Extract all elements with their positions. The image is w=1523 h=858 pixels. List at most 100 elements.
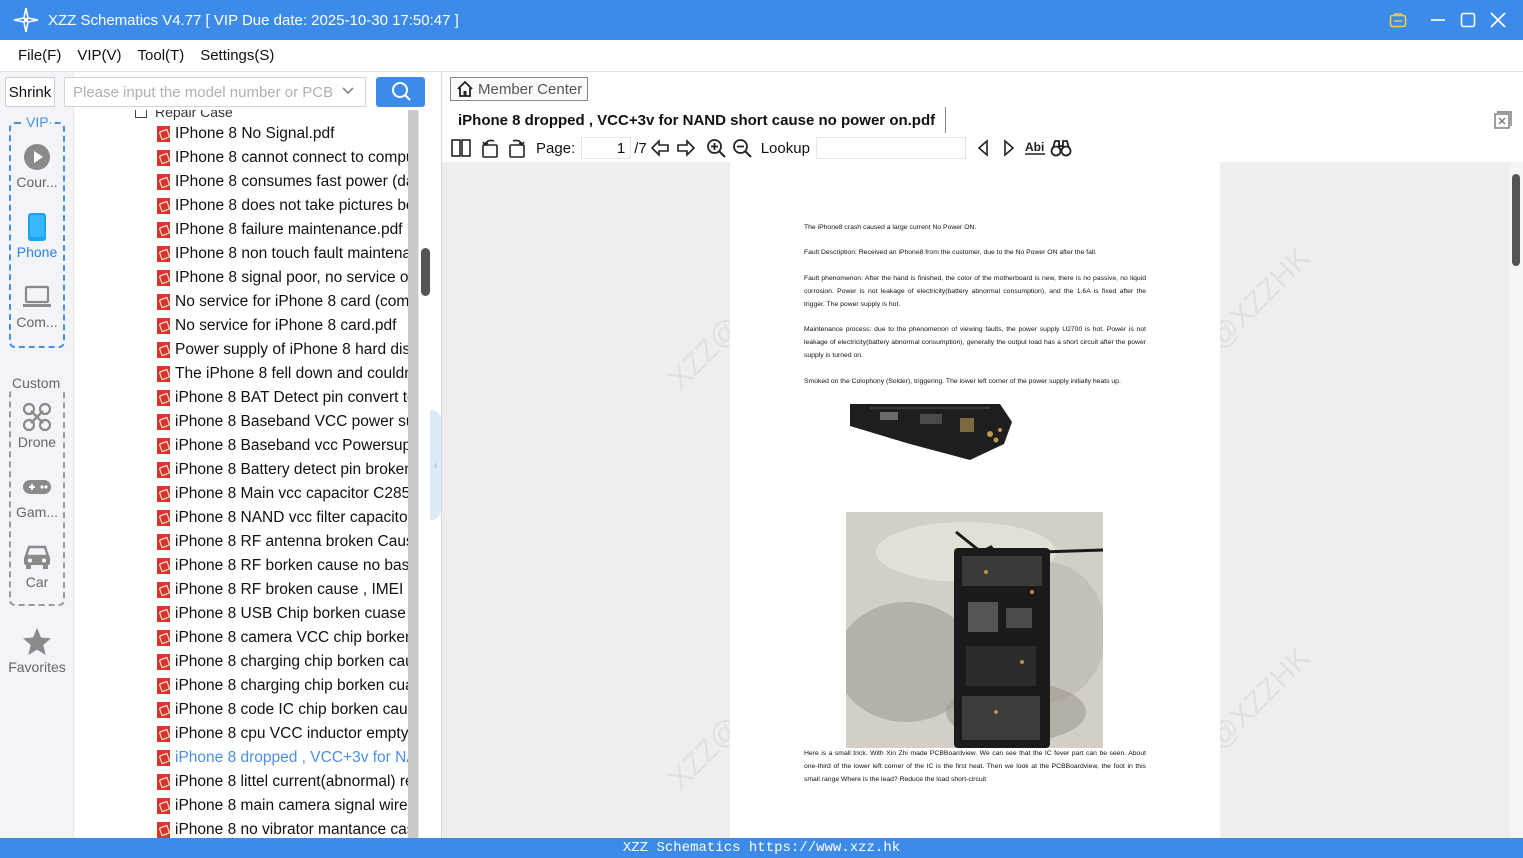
custom-group-label: Custom <box>11 375 62 391</box>
tree-file-item[interactable]: The iPhone 8 fell down and couldn't <box>157 362 408 386</box>
rail-item-phone[interactable]: Phone <box>0 212 74 260</box>
pdf-file-icon <box>157 822 170 838</box>
tree-file-item[interactable]: iPhone 8 Baseband vcc Powersupply <box>157 434 408 458</box>
tree-file-item[interactable]: iPhone 8 cpu VCC inductor empty <box>157 722 408 746</box>
tree-file-label: iPhone 8 charging chip borken cause <box>175 653 408 670</box>
star-icon <box>0 627 74 657</box>
tree-file-item[interactable]: No service for iPhone 8 card (comm <box>157 290 408 314</box>
previous-page-icon[interactable] <box>647 136 673 160</box>
rotate-right-icon[interactable] <box>504 136 530 160</box>
pdf-viewer[interactable]: XZZ@XZZHK XZZ@XZZHK XZZ@XZZHK XZZ@XZZHK … <box>442 162 1510 838</box>
rail-item-label: Cour... <box>16 174 58 190</box>
tree-file-item[interactable]: iPhone 8 RF antenna broken Cause <box>157 530 408 554</box>
member-center-button[interactable]: Member Center <box>450 77 588 101</box>
find-previous-icon[interactable] <box>970 136 996 160</box>
tree-file-item[interactable]: iPhone 8 main camera signal wire <box>157 794 408 818</box>
tree-file-item[interactable]: iPhone 8 camera VCC chip borken <box>157 626 408 650</box>
menu-vip[interactable]: VIP(V) <box>77 47 121 64</box>
pdf-file-icon <box>157 654 170 670</box>
tree-file-item[interactable]: IPhone 8 non touch fault maintenance <box>157 242 408 266</box>
minimize-button[interactable] <box>1423 0 1453 40</box>
vip-bag-icon[interactable] <box>1383 0 1413 40</box>
tree-file-label: IPhone 8 consumes fast power (data <box>175 173 408 190</box>
pdf-file-icon <box>157 702 170 718</box>
laptop-icon <box>0 282 74 312</box>
tree-file-item[interactable]: No service for iPhone 8 card.pdf <box>157 314 408 338</box>
rail-item-computer[interactable]: Com... <box>0 282 74 330</box>
tree-file-item[interactable]: iPhone 8 code IC chip borken cause <box>157 698 408 722</box>
model-search-combobox[interactable] <box>64 77 366 107</box>
vip-group-label: VIP <box>25 114 50 130</box>
rail-item-courses[interactable]: Cour... <box>0 142 74 190</box>
search-input[interactable] <box>73 83 339 101</box>
pdf-file-icon <box>157 246 170 262</box>
app-logo-icon <box>8 0 44 40</box>
zoom-out-icon[interactable] <box>729 136 755 160</box>
tree-scroll-thumb[interactable] <box>421 248 430 296</box>
menu-bar: File(F) VIP(V) Tool(T) Settings(S) <box>0 40 1523 72</box>
tab-document[interactable]: iPhone 8 dropped , VCC+3v for NAND short… <box>450 107 947 133</box>
viewer-scroll-thumb[interactable] <box>1512 174 1520 266</box>
tree-file-item[interactable]: iPhone 8 Battery detect pin broken <box>157 458 408 482</box>
tree-file-item[interactable]: IPhone 8 cannot connect to computer <box>157 146 408 170</box>
tree-file-label: IPhone 8 failure maintenance.pdf <box>175 221 403 238</box>
motherboard-photo-1 <box>850 404 1014 464</box>
tree-file-item[interactable]: iPhone 8 Main vcc capacitor C2859 <box>157 482 408 506</box>
close-button[interactable] <box>1483 0 1513 40</box>
tree-file-item[interactable]: IPhone 8 failure maintenance.pdf <box>157 218 408 242</box>
tree-file-item[interactable]: iPhone 8 USB Chip borken cuase no <box>157 602 408 626</box>
rail-item-label: Favorites <box>8 659 66 675</box>
pdf-file-icon <box>157 366 170 382</box>
tree-file-item[interactable]: iPhone 8 RF borken cause no baseband <box>157 554 408 578</box>
file-tree: Repair Case IPhone 8 No Signal.pdf IPhone… <box>75 110 408 838</box>
tree-file-item[interactable]: iPhone 8 littel current(abnormal) re <box>157 770 408 794</box>
find-next-icon[interactable] <box>996 136 1022 160</box>
tree-folder-repair-case[interactable]: Repair Case <box>135 110 233 120</box>
pdf-file-icon <box>157 342 170 358</box>
tree-file-item[interactable]: IPhone 8 does not take pictures be <box>157 194 408 218</box>
rail-item-drone[interactable]: Drone <box>0 402 74 450</box>
menu-file[interactable]: File(F) <box>18 47 61 64</box>
collapse-panel-handle[interactable]: ‹ <box>430 410 441 520</box>
close-tab-icon[interactable] <box>1494 111 1512 129</box>
viewer-scrollbar[interactable] <box>1510 162 1523 838</box>
tree-file-item[interactable]: iPhone 8 charging chip borken cuase <box>157 674 408 698</box>
shrink-button[interactable]: Shrink <box>5 77 55 107</box>
tree-file-item[interactable]: iPhone 8 BAT Detect pin convert to <box>157 386 408 410</box>
rail-item-favorites[interactable]: Favorites <box>0 627 74 675</box>
rotate-left-icon[interactable] <box>476 136 504 160</box>
tree-file-label: iPhone 8 dropped , VCC+3v for NAND <box>175 749 408 766</box>
tree-file-item[interactable]: IPhone 8 consumes fast power (data <box>157 170 408 194</box>
rail-item-car[interactable]: Car <box>0 542 74 590</box>
pdf-page: The iPhone8 crash caused a large current… <box>730 162 1220 838</box>
rail-item-game[interactable]: Gam... <box>0 472 74 520</box>
tree-file-item[interactable]: iPhone 8 RF broken cause , IMEI no <box>157 578 408 602</box>
tree-file-item[interactable]: iPhone 8 Baseband VCC power supply <box>157 410 408 434</box>
pdf-file-icon <box>157 150 170 166</box>
page-number-input[interactable]: 1 <box>581 137 632 159</box>
tree-file-item[interactable]: IPhone 8 No Signal.pdf <box>157 122 408 146</box>
tree-file-item[interactable]: iPhone 8 no vibrator mantance case <box>157 818 408 838</box>
chevron-down-icon[interactable] <box>341 84 355 101</box>
pdf-file-icon <box>157 558 170 574</box>
next-page-icon[interactable] <box>673 136 699 160</box>
tree-file-label: iPhone 8 littel current(abnormal) re <box>175 773 408 790</box>
tree-file-item[interactable]: iPhone 8 NAND vcc filter capacitor <box>157 506 408 530</box>
tree-file-item[interactable]: iPhone 8 charging chip borken cause <box>157 650 408 674</box>
two-page-view-icon[interactable] <box>448 136 474 160</box>
tree-file-item[interactable]: IPhone 8 signal poor, no service or <box>157 266 408 290</box>
tree-file-item[interactable]: iPhone 8 dropped , VCC+3v for NAND <box>157 746 408 770</box>
menu-settings[interactable]: Settings(S) <box>200 47 274 64</box>
rail-item-label: Phone <box>16 244 58 260</box>
folder-collapse-icon[interactable] <box>135 110 147 118</box>
zoom-in-icon[interactable] <box>703 136 729 160</box>
tree-file-label: iPhone 8 code IC chip borken cause <box>175 701 408 718</box>
binoculars-icon[interactable] <box>1048 136 1074 160</box>
rail-item-label: Drone <box>17 434 57 450</box>
match-case-icon[interactable]: Abi <box>1022 136 1048 160</box>
tree-file-item[interactable]: Power supply of iPhone 8 hard disk <box>157 338 408 362</box>
search-button[interactable] <box>376 77 425 107</box>
lookup-input[interactable] <box>815 137 966 159</box>
menu-tool[interactable]: Tool(T) <box>138 47 185 64</box>
maximize-button[interactable] <box>1453 0 1483 40</box>
